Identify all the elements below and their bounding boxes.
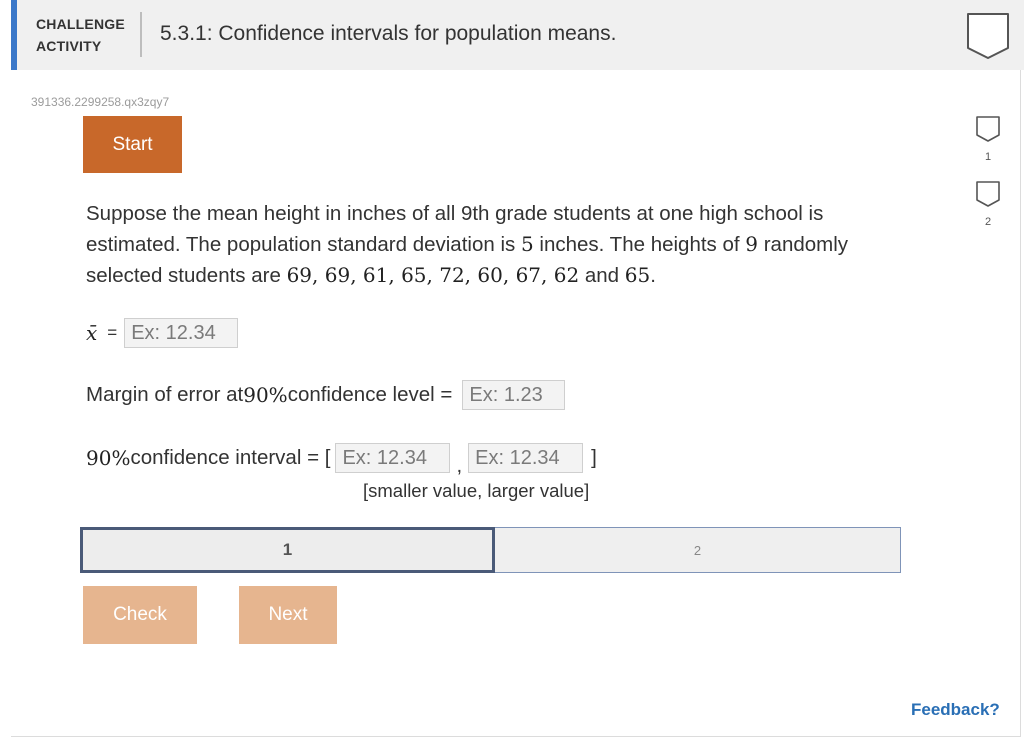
confidence-interval-row: 90% confidence interval = [ Ex: 12.34 , … [86, 443, 597, 477]
challenge-activity-label: CHALLENGE ACTIVITY [36, 13, 125, 57]
xbar-equals: = [107, 323, 118, 342]
margin-of-error-row: Margin of error at 90% confidence level … [86, 380, 566, 410]
sample-mean-input[interactable]: Ex: 12.34 [124, 318, 239, 348]
interval-close-bracket: ] [591, 446, 597, 469]
sample-size-value: 9 [745, 232, 759, 256]
challenge-label-line2: ACTIVITY [36, 38, 102, 54]
feedback-link[interactable]: Feedback? [911, 700, 1000, 720]
xbar-symbol: x̄ [86, 321, 98, 345]
interval-hint: [smaller value, larger value] [363, 480, 590, 501]
margin-label-before: Margin of error at [86, 383, 244, 406]
activity-title: 5.3.1: Confidence intervals for populati… [160, 22, 617, 45]
interval-label: confidence interval = [ [130, 446, 331, 469]
interval-confidence-pct: 90% [86, 446, 131, 470]
problem-and-word: and [579, 264, 625, 287]
level-1-number: 1 [984, 151, 992, 163]
step-tab-2[interactable]: 2 [495, 527, 901, 573]
population-sd-value: 5 [520, 232, 534, 256]
completion-badge-icon [967, 13, 1009, 59]
level-2-number: 2 [984, 216, 992, 228]
start-button[interactable]: Start [83, 116, 182, 173]
problem-statement: Suppose the mean height in inches of all… [86, 198, 906, 291]
problem-text-2: inches. The heights of [533, 233, 746, 256]
last-height-value: 65 [624, 263, 651, 287]
header-accent-bar [11, 0, 17, 70]
challenge-label-line1: CHALLENGE [36, 16, 125, 32]
header-divider [140, 12, 142, 57]
sample-heights: 69, 69, 61, 65, 72, 60, 67, 62 [286, 263, 580, 287]
step-tab-1[interactable]: 1 [80, 527, 495, 573]
level-2-badge-icon[interactable] [975, 180, 1001, 208]
activity-id: 391336.2299258.qx3zqy7 [31, 95, 170, 109]
next-button[interactable]: Next [239, 586, 337, 644]
interval-lower-input[interactable]: Ex: 12.34 [335, 443, 451, 473]
check-button[interactable]: Check [83, 586, 197, 644]
margin-label-after: confidence level = [287, 383, 453, 406]
sample-mean-row: x̄ = Ex: 12.34 [86, 318, 239, 348]
problem-period: . [650, 264, 656, 287]
margin-confidence-pct: 90% [243, 383, 288, 407]
margin-of-error-input[interactable]: Ex: 1.23 [462, 380, 566, 410]
interval-comma: , [456, 454, 463, 477]
interval-upper-input[interactable]: Ex: 12.34 [468, 443, 584, 473]
level-1-badge-icon[interactable] [975, 115, 1001, 143]
